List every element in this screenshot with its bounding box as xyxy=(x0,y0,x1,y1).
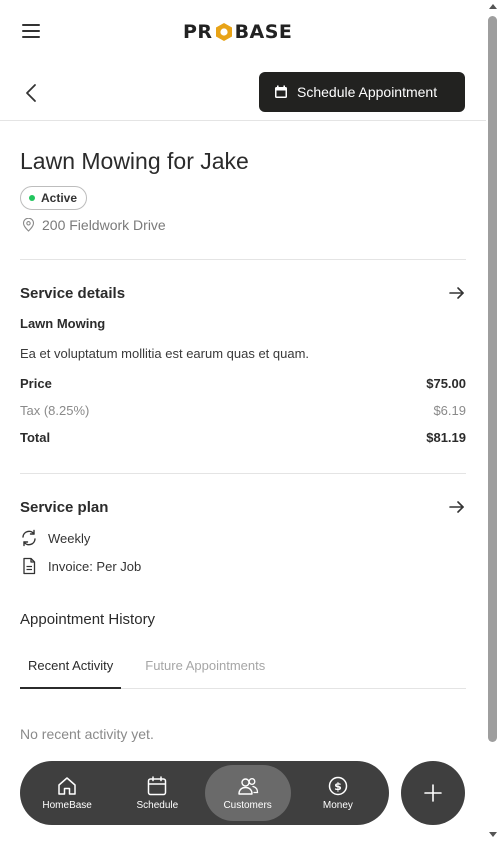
empty-state-text: No recent activity yet. xyxy=(20,726,154,742)
page-title: Lawn Mowing for Jake xyxy=(20,148,249,174)
scrollbar[interactable] xyxy=(486,0,500,845)
calendar-icon xyxy=(275,85,287,98)
app-screen: PR BASE Schedule Appointment Lawn Mowing… xyxy=(0,0,486,845)
nav-item-homebase[interactable]: HomeBase xyxy=(24,765,110,821)
scroll-down-arrow-icon[interactable] xyxy=(489,832,497,837)
service-plan-title: Service plan xyxy=(20,498,109,516)
total-row: Total $81.19 xyxy=(20,430,466,445)
nav-label-schedule: Schedule xyxy=(136,800,179,811)
nav-item-money[interactable]: $ Money xyxy=(295,765,381,821)
document-icon xyxy=(23,557,36,575)
job-address: 200 Fieldwork Drive xyxy=(20,217,466,233)
status-label: Active xyxy=(41,191,78,205)
scroll-up-arrow-icon[interactable] xyxy=(489,4,497,9)
service-description: Ea et voluptatum mollitia est earum quas… xyxy=(20,346,310,361)
appointment-history-section: Appointment History Recent Activity Futu… xyxy=(0,611,486,742)
top-header: PR BASE xyxy=(0,0,486,62)
job-header: Lawn Mowing for Jake Active 200 Fieldwor… xyxy=(0,148,486,233)
repeat-icon xyxy=(22,529,36,547)
service-details-section: Service details Lawn Mowing Ea et volupt… xyxy=(0,282,486,446)
address-text: 200 Fieldwork Drive xyxy=(42,217,166,233)
total-value: $81.19 xyxy=(426,430,466,445)
nav-item-schedule[interactable]: Schedule xyxy=(114,765,200,821)
price-label: Price xyxy=(20,376,52,391)
divider xyxy=(20,473,466,474)
appointment-history-title: Appointment History xyxy=(20,611,156,628)
logo-text-right: BASE xyxy=(234,21,293,43)
home-icon xyxy=(58,777,76,795)
invoice-text: Invoice: Per Job xyxy=(48,558,142,574)
tab-future-appointments[interactable]: Future Appointments xyxy=(137,657,273,688)
status-badge: Active xyxy=(20,186,88,210)
tax-row: Tax (8.25%) $6.19 xyxy=(20,403,466,418)
tax-value: $6.19 xyxy=(433,403,466,418)
schedule-appointment-label: Schedule Appointment xyxy=(297,84,438,100)
price-row: Price $75.00 xyxy=(20,376,466,391)
frequency-row: Weekly xyxy=(20,529,466,547)
history-tabs: Recent Activity Future Appointments xyxy=(20,657,466,689)
schedule-appointment-button[interactable]: Schedule Appointment xyxy=(259,72,465,112)
sub-header: Schedule Appointment xyxy=(0,62,486,121)
service-plan-arrow-icon[interactable] xyxy=(448,498,466,516)
divider xyxy=(20,259,466,260)
plus-icon xyxy=(424,784,442,802)
back-chevron-icon[interactable] xyxy=(22,82,42,104)
dollar-icon: $ xyxy=(328,776,348,796)
tax-label: Tax (8.25%) xyxy=(20,403,90,418)
total-label: Total xyxy=(20,430,51,445)
nav-label-customers: Customers xyxy=(223,800,272,811)
service-plan-section: Service plan Weekly Invoice: Per Job xyxy=(0,496,486,575)
scrollbar-thumb[interactable] xyxy=(488,16,497,742)
nav-label-money: Money xyxy=(322,800,353,811)
hex-nut-icon xyxy=(215,23,232,41)
svg-text:$: $ xyxy=(334,780,342,793)
frequency-text: Weekly xyxy=(48,530,91,546)
calendar-icon xyxy=(148,776,167,796)
nav-item-customers[interactable]: Customers xyxy=(204,765,291,821)
logo-text-left: PR xyxy=(183,21,213,43)
probase-logo: PR BASE xyxy=(183,20,292,44)
tab-recent-activity[interactable]: Recent Activity xyxy=(20,657,122,689)
invoice-row: Invoice: Per Job xyxy=(20,557,466,575)
service-details-arrow-icon[interactable] xyxy=(448,284,466,302)
status-dot xyxy=(29,195,35,201)
map-pin-icon xyxy=(22,218,35,232)
hamburger-menu-icon[interactable] xyxy=(22,24,42,40)
add-button[interactable] xyxy=(401,761,465,825)
service-name: Lawn Mowing xyxy=(20,316,106,331)
price-value: $75.00 xyxy=(426,376,466,391)
service-details-title: Service details xyxy=(20,284,126,302)
nav-label-homebase: HomeBase xyxy=(42,800,92,811)
users-icon xyxy=(237,778,258,795)
bottom-nav: HomeBase Schedule Customers $ Money xyxy=(20,761,389,825)
